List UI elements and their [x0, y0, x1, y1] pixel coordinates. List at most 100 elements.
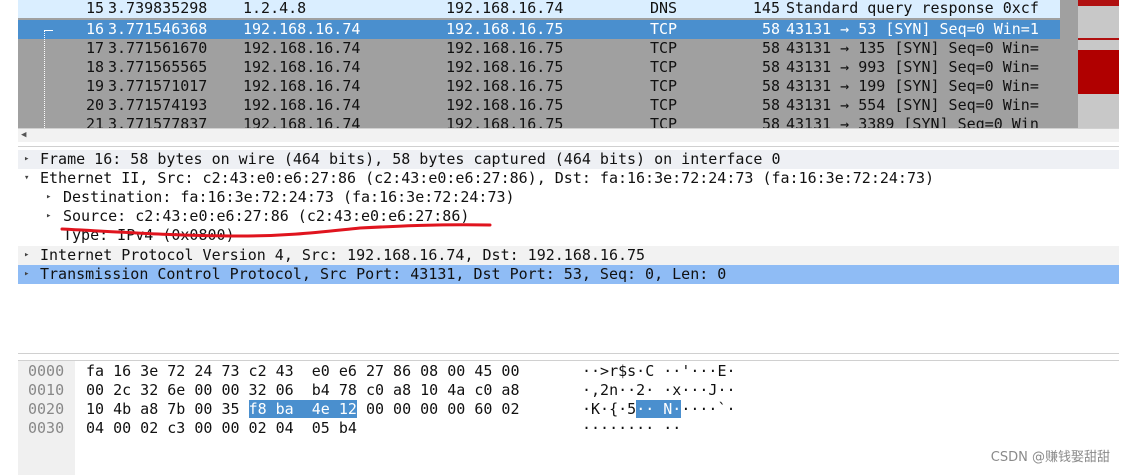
packet-list-minimap[interactable] — [1078, 0, 1119, 128]
packet-length: 58 — [761, 96, 780, 114]
minimap-mark — [1078, 50, 1119, 94]
minimap-mark — [1078, 38, 1119, 40]
packet-row[interactable]: 20 3.771574193 192.168.16.74 192.168.16.75 T… — [18, 96, 1060, 115]
bytes-ascii[interactable]: ·,2n··2· ·x···J·· — [582, 381, 736, 400]
packet-info: 43131 → 135 [SYN] Seq=0 Win= — [786, 39, 1039, 57]
expand-arrow-icon[interactable]: ▸ — [24, 150, 29, 169]
detail-ip[interactable]: ▸ Internet Protocol Version 4, Src: 192.… — [18, 246, 1119, 265]
detail-eth-destination[interactable]: ▸ Destination: fa:16:3e:72:24:73 (fa:16:… — [18, 188, 1119, 207]
expand-arrow-icon[interactable]: ▸ — [24, 246, 29, 265]
packet-time: 3.771577837 — [108, 115, 208, 128]
bytes-hex-text: 04 00 02 c3 00 00 02 04 05 b4 — [86, 419, 357, 437]
packet-row[interactable]: 15 3.739835298 1.2.4.8 192.168.16.74 DNS 145 S… — [18, 0, 1060, 18]
packet-row[interactable]: 21 3.771577837 192.168.16.74 192.168.16.75 T… — [18, 115, 1060, 128]
bytes-ascii-text: ·K·{·5 — [582, 400, 637, 418]
packet-length: 58 — [761, 115, 780, 128]
detail-eth-source[interactable]: ▸ Source: c2:43:e0:e6:27:86 (c2:43:e0:e6… — [18, 207, 1119, 226]
bytes-ascii[interactable]: ··>r$s·C ··'···E· — [582, 362, 736, 381]
packet-destination: 192.168.16.75 — [446, 20, 564, 38]
bytes-offset: 0000 — [28, 362, 65, 380]
bytes-offset: 0010 — [28, 381, 65, 399]
packet-no: 20 — [85, 96, 104, 114]
packet-list[interactable]: 15 3.739835298 1.2.4.8 192.168.16.74 DNS 145 S… — [18, 0, 1119, 128]
detail-eth-source-label: Source: c2:43:e0:e6:27:86 (c2:43:e0:e6:2… — [63, 207, 470, 225]
bytes-row[interactable]: 0030 04 00 02 c3 00 00 02 04 05 b4 ·······… — [18, 419, 1119, 438]
detail-tcp-label: Transmission Control Protocol, Src Port:… — [40, 265, 727, 283]
packet-protocol: TCP — [650, 77, 678, 95]
packet-time: 3.771565565 — [108, 58, 208, 76]
bytes-ascii[interactable]: ········ ·· — [582, 419, 681, 438]
packet-info: 43131 → 53 [SYN] Seq=0 Win=1 — [786, 20, 1039, 38]
packet-bytes[interactable]: 0000 fa 16 3e 72 24 73 c2 43 e0 e6 27 86 … — [18, 360, 1119, 475]
packet-no: 17 — [85, 39, 104, 57]
packet-destination: 192.168.16.74 — [446, 0, 564, 17]
packet-row[interactable]: 19 3.771571017 192.168.16.74 192.168.16.75 T… — [18, 77, 1060, 96]
packet-no: 15 — [85, 0, 104, 17]
packet-row[interactable]: 17 3.771561670 192.168.16.74 192.168.16.75 T… — [18, 39, 1060, 58]
expand-arrow-icon[interactable]: ▸ — [46, 188, 51, 207]
bytes-row[interactable]: 0010 00 2c 32 6e 00 00 32 06 b4 78 c0 a8 … — [18, 381, 1119, 400]
packet-source: 192.168.16.74 — [243, 39, 361, 57]
packet-length: 58 — [761, 39, 780, 57]
bytes-ascii-text: ··>r$s·C ··'···E· — [582, 362, 736, 380]
bytes-hex[interactable]: 00 2c 32 6e 00 00 32 06 b4 78 c0 a8 10 4… — [86, 381, 519, 400]
packet-row[interactable]: 18 3.771565565 192.168.16.74 192.168.16.75 T… — [18, 58, 1060, 77]
detail-eth-destination-label: Destination: fa:16:3e:72:24:73 (fa:16:3e… — [63, 188, 515, 206]
packet-details[interactable]: ▸ Frame 16: 58 bytes on wire (464 bits),… — [18, 146, 1119, 354]
packet-info: 43131 → 554 [SYN] Seq=0 Win= — [786, 96, 1039, 114]
watermark: CSDN @赚钱娶甜甜 — [990, 450, 1110, 465]
packet-protocol: TCP — [650, 39, 678, 57]
packet-source: 192.168.16.74 — [243, 96, 361, 114]
packet-protocol: TCP — [650, 115, 678, 128]
packet-list-horizontal-scrollbar[interactable]: ◀ — [18, 128, 1119, 142]
detail-eth-type-label: Type: IPv4 (0x0800) — [63, 226, 235, 244]
detail-ethernet-label: Ethernet II, Src: c2:43:e0:e6:27:86 (c2:… — [40, 169, 935, 187]
detail-eth-type[interactable]: Type: IPv4 (0x0800) — [18, 226, 1119, 245]
packet-destination: 192.168.16.75 — [446, 58, 564, 76]
packet-info: Standard query response 0xcf — [786, 0, 1039, 17]
packet-time: 3.771574193 — [108, 96, 208, 114]
conversation-bracket — [44, 30, 54, 128]
detail-tcp[interactable]: ▸ Transmission Control Protocol, Src Por… — [18, 265, 1119, 284]
packet-info: 43131 → 993 [SYN] Seq=0 Win= — [786, 58, 1039, 76]
bytes-row[interactable]: 0020 10 4b a8 7b 00 35 f8 ba 4e 12 00 00 … — [18, 400, 1119, 419]
bytes-row[interactable]: 0000 fa 16 3e 72 24 73 c2 43 e0 e6 27 86 … — [18, 362, 1119, 381]
bytes-ascii-highlight: ·· N· — [636, 400, 682, 418]
expand-arrow-icon[interactable]: ▸ — [46, 207, 51, 226]
packet-protocol: DNS — [650, 0, 678, 17]
packet-no: 16 — [85, 20, 104, 38]
packet-length: 145 — [752, 0, 780, 17]
packet-info: 43131 → 199 [SYN] Seq=0 Win= — [786, 77, 1039, 95]
packet-length: 58 — [761, 20, 780, 38]
expand-arrow-icon[interactable]: ▸ — [24, 265, 29, 284]
left-margin — [0, 0, 18, 475]
bytes-hex-text: 10 4b a8 7b 00 35 — [86, 400, 249, 418]
minimap-mark — [1078, 0, 1119, 6]
packet-row[interactable]: 16 3.771546368 192.168.16.74 192.168.16.75 T… — [18, 20, 1060, 39]
bytes-ascii-text: ·,2n··2· ·x···J·· — [582, 381, 736, 399]
detail-ip-label: Internet Protocol Version 4, Src: 192.16… — [40, 246, 646, 264]
packet-source: 192.168.16.74 — [243, 58, 361, 76]
detail-ethernet[interactable]: ▾ Ethernet II, Src: c2:43:e0:e6:27:86 (c… — [18, 169, 1119, 188]
bytes-hex-text: fa 16 3e 72 24 73 c2 43 e0 e6 27 86 08 0… — [86, 362, 520, 380]
packet-length: 58 — [761, 58, 780, 76]
detail-frame[interactable]: ▸ Frame 16: 58 bytes on wire (464 bits),… — [18, 150, 1119, 169]
bytes-ascii-text: ····`· — [681, 400, 736, 418]
packet-source: 1.2.4.8 — [243, 0, 307, 17]
packet-source: 192.168.16.74 — [243, 115, 361, 128]
packet-length: 58 — [761, 77, 780, 95]
collapse-arrow-icon[interactable]: ▾ — [24, 169, 29, 188]
bytes-hex-text: 00 00 00 00 60 02 — [356, 400, 520, 418]
bytes-ascii[interactable]: ·K·{·5·· N·····`· — [582, 400, 736, 419]
bytes-hex-text: 00 2c 32 6e 00 00 32 06 b4 78 c0 a8 10 4… — [86, 381, 520, 399]
packet-time: 3.771571017 — [108, 77, 208, 95]
bytes-hex[interactable]: 10 4b a8 7b 00 35 f8 ba 4e 12 00 00 00 0… — [86, 400, 520, 419]
packet-no: 21 — [85, 115, 104, 128]
packet-protocol: TCP — [650, 20, 678, 38]
scroll-left-icon[interactable]: ◀ — [21, 130, 26, 140]
bytes-hex-highlight: f8 ba 4e 12 — [248, 400, 357, 418]
bytes-hex[interactable]: 04 00 02 c3 00 00 02 04 05 b4 — [86, 419, 357, 438]
packet-destination: 192.168.16.75 — [446, 77, 564, 95]
packet-time: 3.771561670 — [108, 39, 208, 57]
bytes-hex[interactable]: fa 16 3e 72 24 73 c2 43 e0 e6 27 86 08 0… — [86, 362, 519, 381]
